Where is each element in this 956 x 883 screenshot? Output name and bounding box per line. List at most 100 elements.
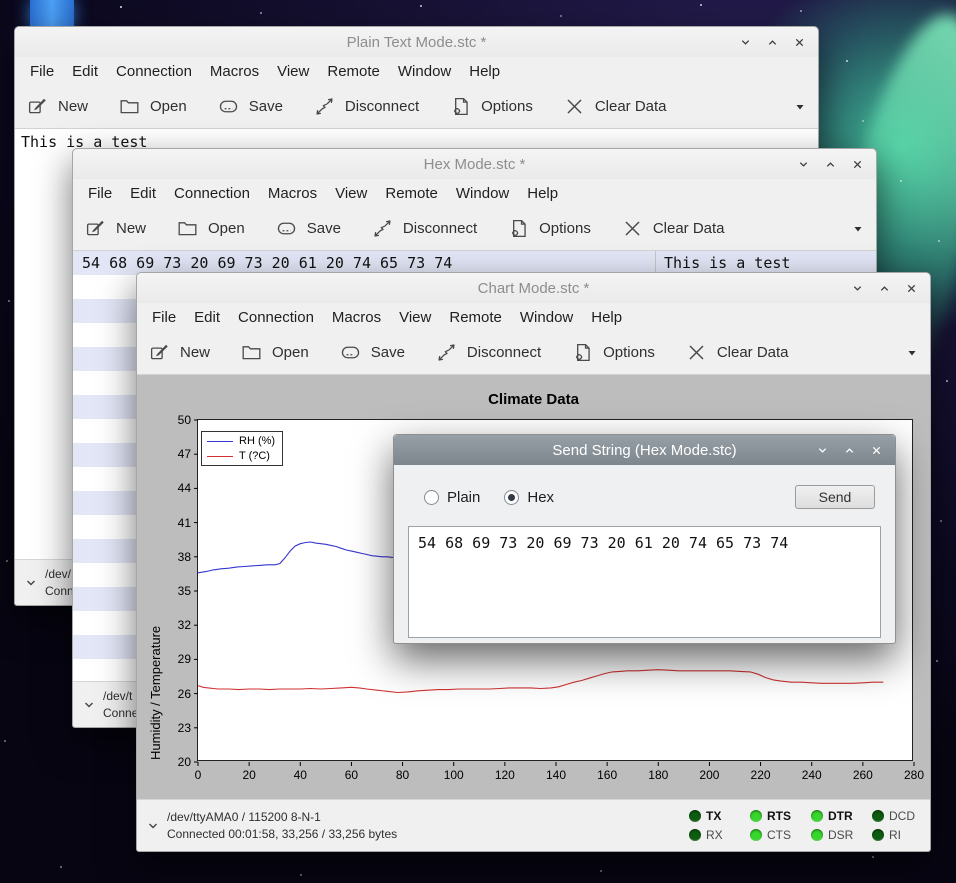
maximize-button[interactable] — [842, 443, 856, 457]
new-button[interactable]: New — [27, 96, 88, 117]
led-rts: RTS — [750, 809, 798, 823]
clear-data-button[interactable]: Clear Data — [622, 218, 725, 239]
new-button[interactable]: New — [85, 218, 146, 239]
options-gear-icon — [450, 96, 471, 117]
close-button[interactable] — [850, 157, 864, 171]
maximize-button[interactable] — [765, 35, 779, 49]
dialog-titlebar[interactable]: Send String (Hex Mode.stc) — [394, 435, 895, 465]
toolbar-overflow-button[interactable] — [906, 347, 918, 359]
serial-indicators: TX RX RTS CTS DTR DSR DCD RI — [689, 809, 920, 842]
menu-file[interactable]: File — [143, 306, 185, 329]
minimize-button[interactable] — [738, 35, 752, 49]
close-button[interactable] — [869, 443, 883, 457]
menu-file[interactable]: File — [21, 60, 63, 83]
clear-data-button[interactable]: Clear Data — [564, 96, 667, 117]
status-expand-chevron[interactable] — [25, 577, 37, 589]
led-label: RTS — [767, 809, 791, 823]
menu-connection[interactable]: Connection — [107, 60, 201, 83]
y-tick-label: 44 — [178, 481, 191, 495]
options-button[interactable]: Options — [572, 342, 655, 363]
status-expand-chevron[interactable] — [147, 820, 159, 832]
save-button[interactable]: Save — [218, 96, 283, 117]
menu-window[interactable]: Window — [447, 182, 518, 205]
y-tick-label: 23 — [178, 721, 191, 735]
new-button[interactable]: New — [149, 342, 210, 363]
menu-file[interactable]: File — [79, 182, 121, 205]
status-expand-chevron[interactable] — [83, 699, 95, 711]
y-tick-label: 20 — [178, 755, 191, 769]
minimize-button[interactable] — [850, 281, 864, 295]
titlebar[interactable]: Hex Mode.stc * — [73, 149, 876, 179]
radio-plain[interactable]: Plain — [424, 489, 480, 506]
menu-view[interactable]: View — [268, 60, 318, 83]
menu-help[interactable]: Help — [518, 182, 567, 205]
save-button[interactable]: Save — [276, 218, 341, 239]
maximize-button[interactable] — [877, 281, 891, 295]
menu-window[interactable]: Window — [511, 306, 582, 329]
led-column: DTR DSR — [811, 809, 859, 842]
disconnect-button[interactable]: Disconnect — [436, 342, 541, 363]
clear-data-icon — [686, 342, 707, 363]
menu-macros[interactable]: Macros — [323, 306, 390, 329]
menu-window[interactable]: Window — [389, 60, 460, 83]
menu-macros[interactable]: Macros — [201, 60, 268, 83]
radio-plain-circle[interactable] — [424, 490, 439, 505]
open-folder-icon — [177, 218, 198, 239]
menu-remote[interactable]: Remote — [318, 60, 389, 83]
menu-macros[interactable]: Macros — [259, 182, 326, 205]
titlebar[interactable]: Chart Mode.stc * — [137, 273, 930, 303]
open-button[interactable]: Open — [241, 342, 309, 363]
toolbar-overflow-button[interactable] — [794, 101, 806, 113]
radio-plain-label: Plain — [447, 489, 480, 506]
send-button[interactable]: Send — [795, 485, 875, 509]
window-controls — [796, 157, 876, 171]
menu-edit[interactable]: Edit — [121, 182, 165, 205]
clear-data-button[interactable]: Clear Data — [686, 342, 789, 363]
legend-row: RH (%) — [207, 435, 275, 447]
led-dsr: DSR — [811, 828, 859, 842]
minimize-button[interactable] — [815, 443, 829, 457]
chevron-up-icon — [844, 445, 855, 456]
open-label: Open — [272, 344, 309, 361]
menu-help[interactable]: Help — [460, 60, 509, 83]
options-button[interactable]: Options — [450, 96, 533, 117]
menu-edit[interactable]: Edit — [185, 306, 229, 329]
toolbar: New Open Save Disconnect Options Clear D… — [73, 207, 876, 251]
save-button[interactable]: Save — [340, 342, 405, 363]
minimize-button[interactable] — [796, 157, 810, 171]
toolbar-overflow-button[interactable] — [852, 223, 864, 235]
menu-connection[interactable]: Connection — [165, 182, 259, 205]
close-button[interactable] — [792, 35, 806, 49]
y-axis-title: Humidity / Temperature — [148, 420, 163, 760]
disconnect-button[interactable]: Disconnect — [372, 218, 477, 239]
disconnect-button[interactable]: Disconnect — [314, 96, 419, 117]
led-label: DSR — [828, 828, 853, 842]
led-dot — [689, 810, 701, 822]
options-button[interactable]: Options — [508, 218, 591, 239]
led-dot — [811, 829, 823, 841]
caret-down-icon — [852, 223, 864, 235]
menu-remote[interactable]: Remote — [376, 182, 447, 205]
radio-hex-circle[interactable] — [504, 490, 519, 505]
clear-data-label: Clear Data — [653, 220, 725, 237]
maximize-button[interactable] — [823, 157, 837, 171]
open-button[interactable]: Open — [177, 218, 245, 239]
chevron-up-icon — [767, 37, 778, 48]
y-tick-label: 47 — [178, 447, 191, 461]
new-label: New — [116, 220, 146, 237]
new-icon — [27, 96, 48, 117]
menu-edit[interactable]: Edit — [63, 60, 107, 83]
close-button[interactable] — [904, 281, 918, 295]
menu-view[interactable]: View — [390, 306, 440, 329]
menu-connection[interactable]: Connection — [229, 306, 323, 329]
menu-remote[interactable]: Remote — [440, 306, 511, 329]
titlebar[interactable]: Plain Text Mode.stc * — [15, 27, 818, 57]
led-ri: RI — [872, 828, 920, 842]
open-button[interactable]: Open — [119, 96, 187, 117]
send-string-input[interactable]: 54 68 69 73 20 69 73 20 61 20 74 65 73 7… — [408, 526, 881, 638]
save-icon — [276, 218, 297, 239]
menu-help[interactable]: Help — [582, 306, 631, 329]
radio-hex[interactable]: Hex — [504, 489, 554, 506]
menu-bar: File Edit Connection Macros View Remote … — [137, 303, 930, 331]
menu-view[interactable]: View — [326, 182, 376, 205]
